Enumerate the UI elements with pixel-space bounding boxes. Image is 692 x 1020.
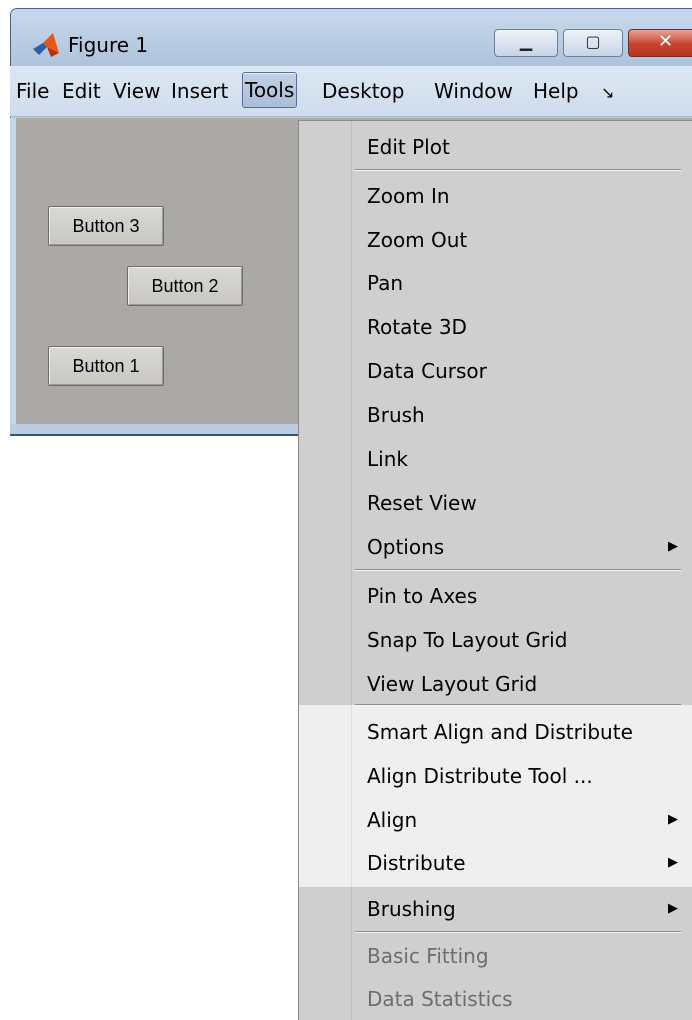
menu-file[interactable]: File [16, 76, 49, 106]
menu-item-pan[interactable]: Pan [299, 263, 692, 303]
menu-separator [355, 169, 681, 171]
maximize-button[interactable]: ▢ [563, 29, 623, 57]
menu-insert[interactable]: Insert [171, 76, 228, 106]
submenu-arrow-icon: ▶ [668, 855, 678, 870]
submenu-arrow-icon: ▶ [668, 901, 678, 916]
toolbar-overflow-icon[interactable]: ↘ [601, 78, 614, 108]
close-icon: ✕ [657, 31, 674, 52]
menu-item-link[interactable]: Link [299, 439, 692, 479]
menu-view[interactable]: View [113, 76, 160, 106]
submenu-arrow-icon: ▶ [668, 539, 678, 554]
menu-desktop[interactable]: Desktop [322, 76, 404, 106]
minimize-icon: ▁ [519, 32, 533, 51]
menu-item-reset-view[interactable]: Reset View [299, 483, 692, 523]
menu-item-align-distribute-tool[interactable]: Align Distribute Tool ... [299, 756, 692, 796]
button-2[interactable]: Button 2 [127, 266, 243, 306]
maximize-icon: ▢ [585, 32, 601, 51]
menu-item-smart-align-and-distribute[interactable]: Smart Align and Distribute [299, 712, 692, 752]
menu-separator [355, 931, 681, 933]
menu-item-align[interactable]: Align ▶ [299, 800, 692, 840]
menu-item-pin-to-axes[interactable]: Pin to Axes [299, 576, 692, 616]
menu-window[interactable]: Window [434, 76, 513, 106]
menu-item-rotate-3d[interactable]: Rotate 3D [299, 307, 692, 347]
menu-item-brushing[interactable]: Brushing ▶ [299, 889, 692, 929]
menu-item-data-cursor[interactable]: Data Cursor [299, 351, 692, 391]
menu-separator [355, 569, 681, 571]
menu-edit[interactable]: Edit [62, 76, 101, 106]
menu-tools[interactable]: Tools [242, 72, 298, 108]
menu-item-view-layout-grid[interactable]: View Layout Grid [299, 664, 692, 704]
menu-item-data-statistics: Data Statistics [367, 987, 513, 1011]
menu-help[interactable]: Help [533, 76, 579, 106]
menu-item-options[interactable]: Options ▶ [299, 527, 692, 567]
menu-item-edit-plot[interactable]: Edit Plot [299, 127, 692, 167]
menu-bar: File Edit View Insert Tools Desktop Wind… [10, 66, 692, 117]
minimize-button[interactable]: ▁ [494, 29, 558, 57]
submenu-arrow-icon: ▶ [668, 812, 678, 827]
menu-item-zoom-out[interactable]: Zoom Out [299, 220, 692, 260]
menu-item-distribute[interactable]: Distribute ▶ [299, 843, 692, 883]
menu-separator [355, 704, 681, 706]
window-title: Figure 1 [68, 33, 149, 57]
button-3[interactable]: Button 3 [48, 206, 164, 246]
close-button[interactable]: ✕ [628, 29, 692, 57]
menu-item-zoom-in[interactable]: Zoom In [299, 176, 692, 216]
menu-item-snap-to-layout-grid[interactable]: Snap To Layout Grid [299, 620, 692, 660]
tools-menu: Edit Plot Zoom In Zoom Out Pan Rotate 3D… [298, 120, 692, 1020]
button-1[interactable]: Button 1 [48, 346, 164, 386]
matlab-logo-icon [33, 33, 59, 57]
menu-item-brush[interactable]: Brush [299, 395, 692, 435]
menu-item-basic-fitting: Basic Fitting [367, 944, 489, 968]
